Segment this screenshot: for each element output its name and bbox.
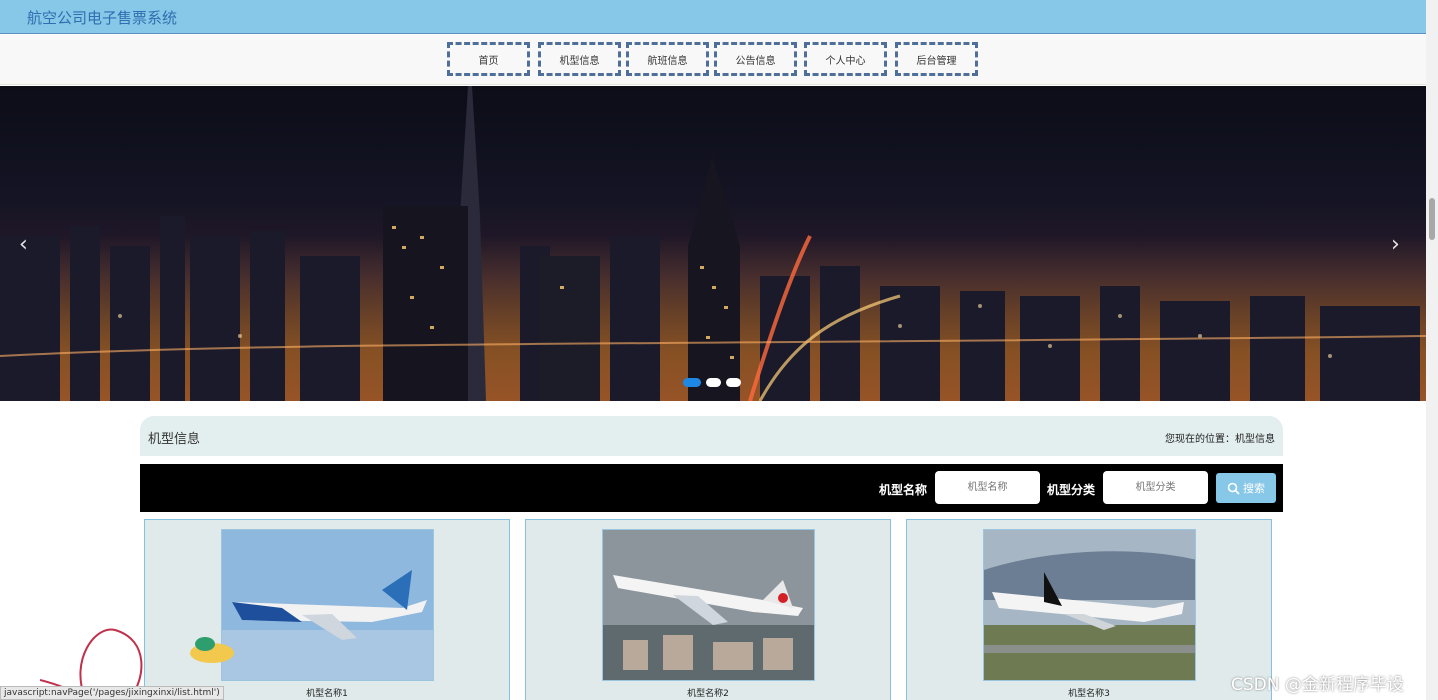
main-nav: 首页 机型信息 航班信息 公告信息 个人中心 后台管理 bbox=[0, 35, 1426, 85]
nav-item-announcements[interactable]: 公告信息 bbox=[714, 42, 797, 76]
nav-item-home[interactable]: 首页 bbox=[447, 42, 530, 76]
nav-item-admin[interactable]: 后台管理 bbox=[895, 42, 978, 76]
aircraft-name-label: 机型名称 bbox=[879, 483, 928, 497]
search-button-label: 搜索 bbox=[1243, 482, 1265, 495]
nav-item-aircraft-info[interactable]: 机型信息 bbox=[538, 42, 621, 76]
search-button[interactable]: 搜索 bbox=[1216, 473, 1276, 503]
section-title: 机型信息 bbox=[148, 432, 201, 447]
carousel-dot-3[interactable] bbox=[726, 378, 741, 387]
top-header: 航空公司电子售票系统 bbox=[0, 0, 1426, 34]
chevron-right-icon[interactable]: › bbox=[1391, 232, 1400, 257]
city-night-image bbox=[0, 86, 1426, 401]
aircraft-name-input[interactable] bbox=[935, 471, 1040, 504]
watermark: CSDN @金新程序毕设 bbox=[1231, 675, 1404, 695]
nav-item-personal-center[interactable]: 个人中心 bbox=[804, 42, 887, 76]
aircraft-name-2: 机型名称2 bbox=[687, 689, 729, 699]
search-bar: 机型名称 机型分类 搜索 bbox=[140, 464, 1283, 512]
aircraft-card-3[interactable]: 机型名称3 bbox=[906, 519, 1272, 700]
aircraft-card-2[interactable]: 机型名称2 bbox=[525, 519, 891, 700]
aircraft-category-label: 机型分类 bbox=[1047, 483, 1096, 497]
chevron-left-icon[interactable]: ‹ bbox=[19, 232, 28, 257]
site-title: 航空公司电子售票系统 bbox=[27, 9, 178, 27]
page: { "header": { "title": "航空公司电子售票系统" }, "… bbox=[0, 0, 1438, 700]
banner-carousel[interactable]: ‹ › bbox=[0, 86, 1426, 401]
carousel-dot-1[interactable] bbox=[683, 378, 701, 387]
search-icon bbox=[1227, 482, 1240, 495]
browser-status-bar: javascript:navPage('/pages/jixingxinxi/l… bbox=[0, 686, 224, 700]
aircraft-image-1[interactable] bbox=[221, 529, 434, 681]
aircraft-name-3: 机型名称3 bbox=[1068, 689, 1110, 699]
nav-item-flight-info[interactable]: 航班信息 bbox=[626, 42, 709, 76]
breadcrumb: 机型信息 您现在的位置：机型信息 bbox=[140, 416, 1283, 456]
aircraft-image-3[interactable] bbox=[983, 529, 1196, 681]
carousel-dot-2[interactable] bbox=[706, 378, 721, 387]
aircraft-image-2[interactable] bbox=[602, 529, 815, 681]
scrollbar-thumb[interactable] bbox=[1429, 198, 1435, 240]
vertical-scrollbar[interactable] bbox=[1426, 0, 1438, 700]
aircraft-category-input[interactable] bbox=[1103, 471, 1208, 504]
current-location: 您现在的位置：机型信息 bbox=[1165, 434, 1275, 445]
